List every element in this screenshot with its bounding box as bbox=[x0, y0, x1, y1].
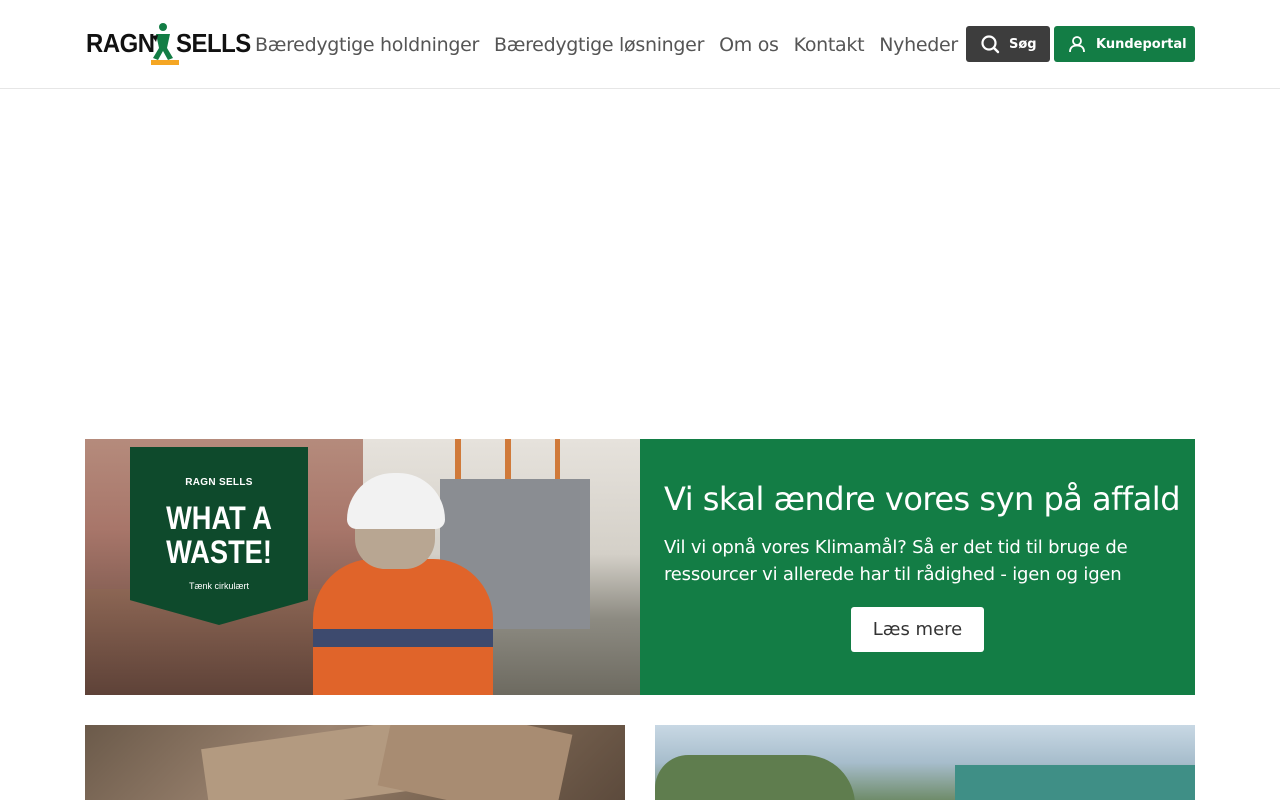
nav-item-om-os[interactable]: Om os bbox=[719, 30, 779, 60]
main-nav: Bæredygtige holdninger Bæredygtige løsni… bbox=[255, 30, 973, 60]
promo-image: RAGN SELLS WHAT A WASTE! Tænk cirkulært bbox=[85, 439, 640, 695]
ragn-sells-logo[interactable]: RAGN SELLS bbox=[86, 22, 251, 66]
promo-banner: RAGN SELLS WHAT A WASTE! Tænk cirkulært … bbox=[85, 439, 1195, 695]
nav-item-baeredygtige-holdninger[interactable]: Bæredygtige holdninger bbox=[255, 30, 479, 60]
banner-title: WHAT A WASTE! bbox=[166, 500, 272, 570]
logo-text-left: RAGN bbox=[86, 28, 155, 58]
what-a-waste-banner: RAGN SELLS WHAT A WASTE! Tænk cirkulært bbox=[130, 447, 308, 625]
search-button-label: Søg bbox=[1009, 36, 1037, 52]
banner-subtitle: Tænk cirkulært bbox=[188, 581, 249, 591]
promo-text-panel: Vi skal ændre vores syn på affald Vil vi… bbox=[640, 439, 1195, 695]
kundeportal-button-label: Kundeportal bbox=[1096, 36, 1187, 52]
card-image-nature[interactable] bbox=[655, 725, 1195, 800]
user-icon bbox=[1069, 36, 1085, 53]
logo-accent-bar bbox=[151, 60, 179, 65]
nav-item-baeredygtige-losninger[interactable]: Bæredygtige løsninger bbox=[494, 30, 704, 60]
cardboard-shape bbox=[377, 725, 573, 800]
water-shape bbox=[955, 765, 1195, 800]
search-icon bbox=[981, 35, 1000, 54]
logo-figure-icon bbox=[152, 23, 173, 60]
laes-mere-button[interactable]: Læs mere bbox=[851, 607, 984, 652]
search-button[interactable]: Søg bbox=[966, 26, 1050, 62]
nav-item-nyheder[interactable]: Nyheder bbox=[879, 30, 958, 60]
worker-stripe-shape bbox=[313, 629, 493, 647]
logo-text-right: SELLS bbox=[176, 28, 251, 58]
kundeportal-button[interactable]: Kundeportal bbox=[1054, 26, 1195, 62]
promo-subtitle: Vil vi opnå vores Klimamål? Så er det ti… bbox=[664, 537, 1128, 585]
site-header: RAGN SELLS Bæredygtige holdninger Bæredy… bbox=[0, 0, 1280, 89]
foliage-shape bbox=[655, 755, 855, 800]
promo-title: Vi skal ændre vores syn på affald bbox=[664, 480, 1181, 518]
card-image-cardboard[interactable] bbox=[85, 725, 625, 800]
worker-jacket-shape bbox=[313, 559, 493, 695]
cardboard-shape bbox=[201, 725, 409, 800]
banner-logo: RAGN SELLS bbox=[185, 477, 253, 488]
nav-item-kontakt[interactable]: Kontakt bbox=[794, 30, 865, 60]
